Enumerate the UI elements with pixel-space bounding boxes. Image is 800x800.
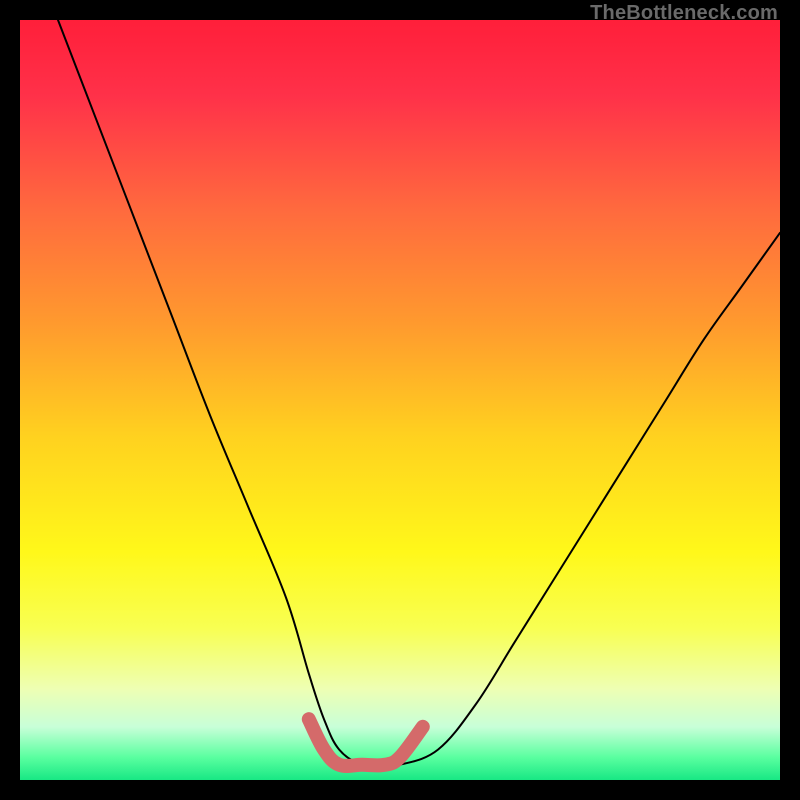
curve-layer: [20, 20, 780, 780]
bottleneck-curve: [58, 20, 780, 766]
watermark-text: TheBottleneck.com: [590, 2, 778, 25]
chart-frame: TheBottleneck.com: [0, 0, 800, 800]
plot-area: [20, 20, 780, 780]
